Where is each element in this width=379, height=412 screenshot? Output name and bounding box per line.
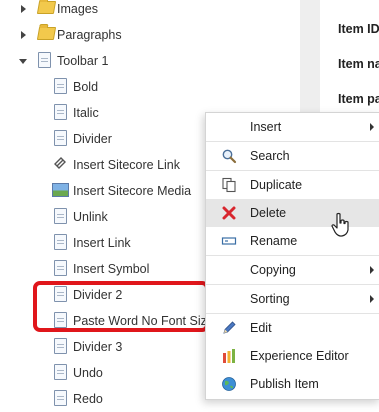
- tree-item-label: Toolbar 1: [57, 54, 109, 68]
- tree-item-label: Insert Sitecore Media: [73, 184, 192, 198]
- menu-item-label: Experience Editor: [250, 349, 349, 363]
- rename-icon: [221, 237, 237, 245]
- menu-item-label: Search: [250, 149, 290, 163]
- globe-icon: [222, 377, 236, 391]
- menu-item-label: Edit: [250, 321, 272, 335]
- pencil-icon: [223, 321, 236, 334]
- document-icon: [54, 130, 67, 146]
- media-icon: [52, 183, 69, 197]
- experience-editor-icon: [223, 349, 235, 363]
- document-icon: [54, 208, 67, 224]
- menu-item-label: Rename: [250, 234, 298, 248]
- document-icon: [54, 390, 67, 406]
- tree-item-label: Paragraphs: [57, 28, 122, 42]
- duplicate-icon: [222, 177, 236, 193]
- document-icon: [54, 338, 67, 354]
- tree-item-label: Redo: [73, 392, 103, 406]
- folder-icon: [36, 1, 57, 14]
- submenu-arrow-icon: [370, 123, 374, 131]
- document-icon: [54, 364, 67, 380]
- expand-arrow-icon[interactable]: [21, 5, 26, 13]
- document-icon: [54, 234, 67, 250]
- menu-item-label: Publish Item: [250, 377, 319, 391]
- tree-item-label: Insert Symbol: [73, 262, 150, 276]
- tree-item-bold[interactable]: Bold: [0, 74, 300, 100]
- field-label-item-path: Item pa: [338, 92, 379, 106]
- menu-item-sorting[interactable]: Sorting: [206, 285, 379, 313]
- tree-item-label: Insert Sitecore Link: [73, 158, 180, 172]
- field-label-item-name: Item na: [338, 57, 379, 71]
- expand-arrow-icon[interactable]: [21, 31, 26, 39]
- menu-item-publish-item[interactable]: Publish Item: [206, 370, 379, 398]
- tree-item-label: Undo: [73, 366, 103, 380]
- tree-item-paragraphs[interactable]: Paragraphs: [0, 22, 300, 48]
- document-icon: [54, 104, 67, 120]
- submenu-arrow-icon: [370, 266, 374, 274]
- tree-item-label: Images: [57, 2, 98, 16]
- document-icon: [38, 52, 51, 68]
- collapse-arrow-icon[interactable]: [19, 59, 27, 64]
- tree-item-label: Italic: [73, 106, 99, 120]
- magnifier-icon: [222, 149, 237, 164]
- tree-item-images[interactable]: Images: [0, 0, 300, 22]
- submenu-arrow-icon: [370, 295, 374, 303]
- folder-icon: [36, 27, 57, 40]
- delete-x-icon: [222, 206, 236, 220]
- menu-item-duplicate[interactable]: Duplicate: [206, 171, 379, 199]
- hand-pointer-cursor-icon: [331, 212, 349, 237]
- menu-item-delete[interactable]: Delete: [206, 199, 379, 227]
- menu-item-label: Copying: [250, 263, 296, 277]
- tree-item-label: Insert Link: [73, 236, 131, 250]
- tree-item-label: Unlink: [73, 210, 108, 224]
- menu-item-experience-editor[interactable]: Experience Editor: [206, 342, 379, 370]
- menu-item-rename[interactable]: Rename: [206, 227, 379, 255]
- menu-item-copying[interactable]: Copying: [206, 256, 379, 284]
- field-label-item-id: Item ID: [338, 22, 379, 36]
- tree-item-label: Divider: [73, 132, 112, 146]
- menu-item-edit[interactable]: Edit: [206, 314, 379, 342]
- tree-item-label: Bold: [73, 80, 99, 94]
- document-icon: [54, 78, 67, 94]
- tree-item-label: Divider 3: [73, 340, 123, 354]
- menu-item-search[interactable]: Search: [206, 142, 379, 170]
- document-icon: [54, 260, 67, 276]
- tree-item-toolbar-1[interactable]: Toolbar 1: [0, 48, 300, 74]
- menu-item-label: Insert: [250, 120, 282, 134]
- annotation-highlight-box: [33, 281, 209, 332]
- menu-item-label: Sorting: [250, 292, 290, 306]
- context-menu: Insert Search Duplicate Delete Rename Co…: [205, 112, 379, 400]
- menu-item-label: Delete: [250, 206, 287, 220]
- link-icon: [54, 157, 66, 169]
- menu-item-label: Duplicate: [250, 178, 303, 192]
- menu-item-insert[interactable]: Insert: [206, 113, 379, 141]
